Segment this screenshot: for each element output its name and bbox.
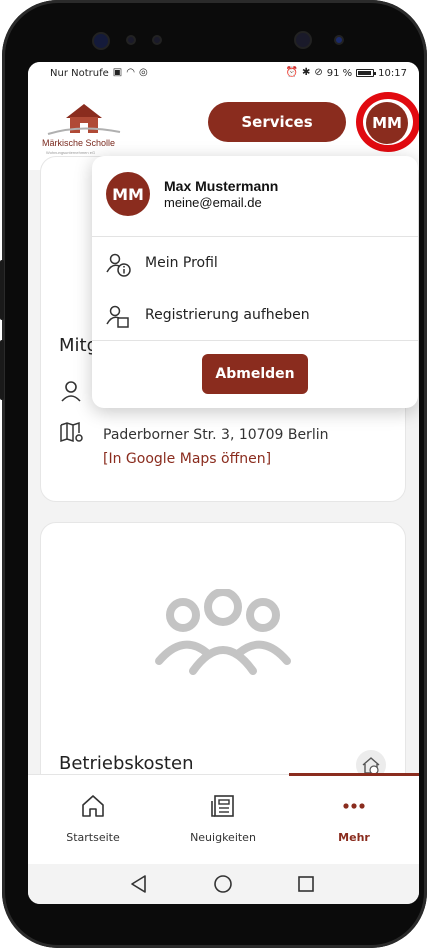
nav-label: Neuigkeiten	[190, 831, 256, 844]
back-icon[interactable]	[129, 874, 149, 894]
carrier-text: Nur Notrufe	[50, 67, 109, 79]
logout-button[interactable]: Abmelden	[202, 354, 308, 394]
divider	[92, 236, 418, 237]
dropdown-avatar: MM	[106, 172, 150, 216]
menu-item-label: Mein Profil	[145, 255, 218, 271]
google-maps-link[interactable]: [In Google Maps öffnen]	[103, 451, 271, 467]
sensor-icon	[152, 35, 162, 45]
company-logo[interactable]: Märkische Scholle Wohnungsunternehmen eG	[40, 96, 126, 155]
menu-item-label: Registrierung aufheben	[145, 307, 310, 323]
more-dots-icon	[343, 803, 365, 809]
system-navigation-bar	[28, 864, 419, 904]
camera-bar	[2, 28, 427, 52]
sensor-icon	[126, 35, 136, 45]
clock: 10:17	[378, 67, 407, 79]
app-screen: Nur Notrufe ▣ ◠ ◎ ⏰ ✱ ⊘ 91 % 10:17 Märki…	[28, 62, 419, 904]
house-logo-icon	[47, 104, 121, 135]
logo-subtitle: Wohnungsunternehmen eG	[46, 150, 96, 155]
nav-item-news[interactable]: Neuigkeiten	[158, 775, 288, 865]
alarm-icon: ⏰	[285, 67, 298, 78]
volume-button	[0, 260, 4, 320]
person-icon	[61, 381, 81, 402]
nav-item-home[interactable]: Startseite	[28, 775, 158, 865]
camera-lens-icon	[294, 31, 312, 49]
wifi-icon: ◠	[126, 67, 135, 78]
group-people-icon	[155, 589, 291, 675]
mute-icon: ⊘	[314, 67, 323, 78]
profile-info-icon	[106, 253, 131, 277]
bluetooth-icon: ✱	[301, 67, 311, 78]
user-menu-dropdown: MM Max Mustermann meine@email.de Mein Pr…	[92, 156, 418, 408]
status-bar: Nur Notrufe ▣ ◠ ◎ ⏰ ✱ ⊘ 91 % 10:17	[28, 62, 419, 84]
map-pin-icon	[60, 421, 83, 443]
home-circle-icon[interactable]	[213, 874, 233, 894]
nav-label-active: Mehr	[338, 831, 370, 844]
operating-costs-card[interactable]: Betriebskosten	[40, 522, 406, 802]
address-text: Paderborner Str. 3, 10709 Berlin	[103, 427, 329, 443]
bottom-navigation: Startseite Neuigkeiten Mehr	[28, 773, 419, 865]
power-button	[0, 340, 4, 400]
nav-label: Startseite	[66, 831, 120, 844]
operating-costs-title: Betriebskosten	[59, 753, 194, 774]
home-icon	[82, 795, 104, 817]
battery-icon	[356, 69, 377, 77]
menu-item-my-profile[interactable]: Mein Profil	[92, 242, 418, 286]
phone-frame: Nur Notrufe ▣ ◠ ◎ ⏰ ✱ ⊘ 91 % 10:17 Märki…	[0, 0, 427, 948]
news-icon	[211, 795, 234, 817]
instagram-icon: ◎	[138, 67, 148, 78]
logo-name: Märkische Scholle	[42, 138, 116, 148]
services-button[interactable]: Services	[208, 102, 346, 142]
user-name: Max Mustermann	[164, 178, 279, 194]
unregister-icon	[106, 305, 129, 328]
divider	[92, 340, 418, 341]
front-camera-icon	[92, 32, 110, 50]
sim-icon: ▣	[112, 67, 123, 78]
recents-icon[interactable]	[296, 874, 316, 894]
user-email: meine@email.de	[164, 195, 262, 210]
sensor-icon	[334, 35, 344, 45]
nav-item-more[interactable]: Mehr	[289, 775, 419, 865]
menu-item-unregister[interactable]: Registrierung aufheben	[92, 294, 418, 338]
user-avatar-button[interactable]: MM	[366, 102, 408, 144]
battery-percent: 91 %	[326, 67, 353, 79]
